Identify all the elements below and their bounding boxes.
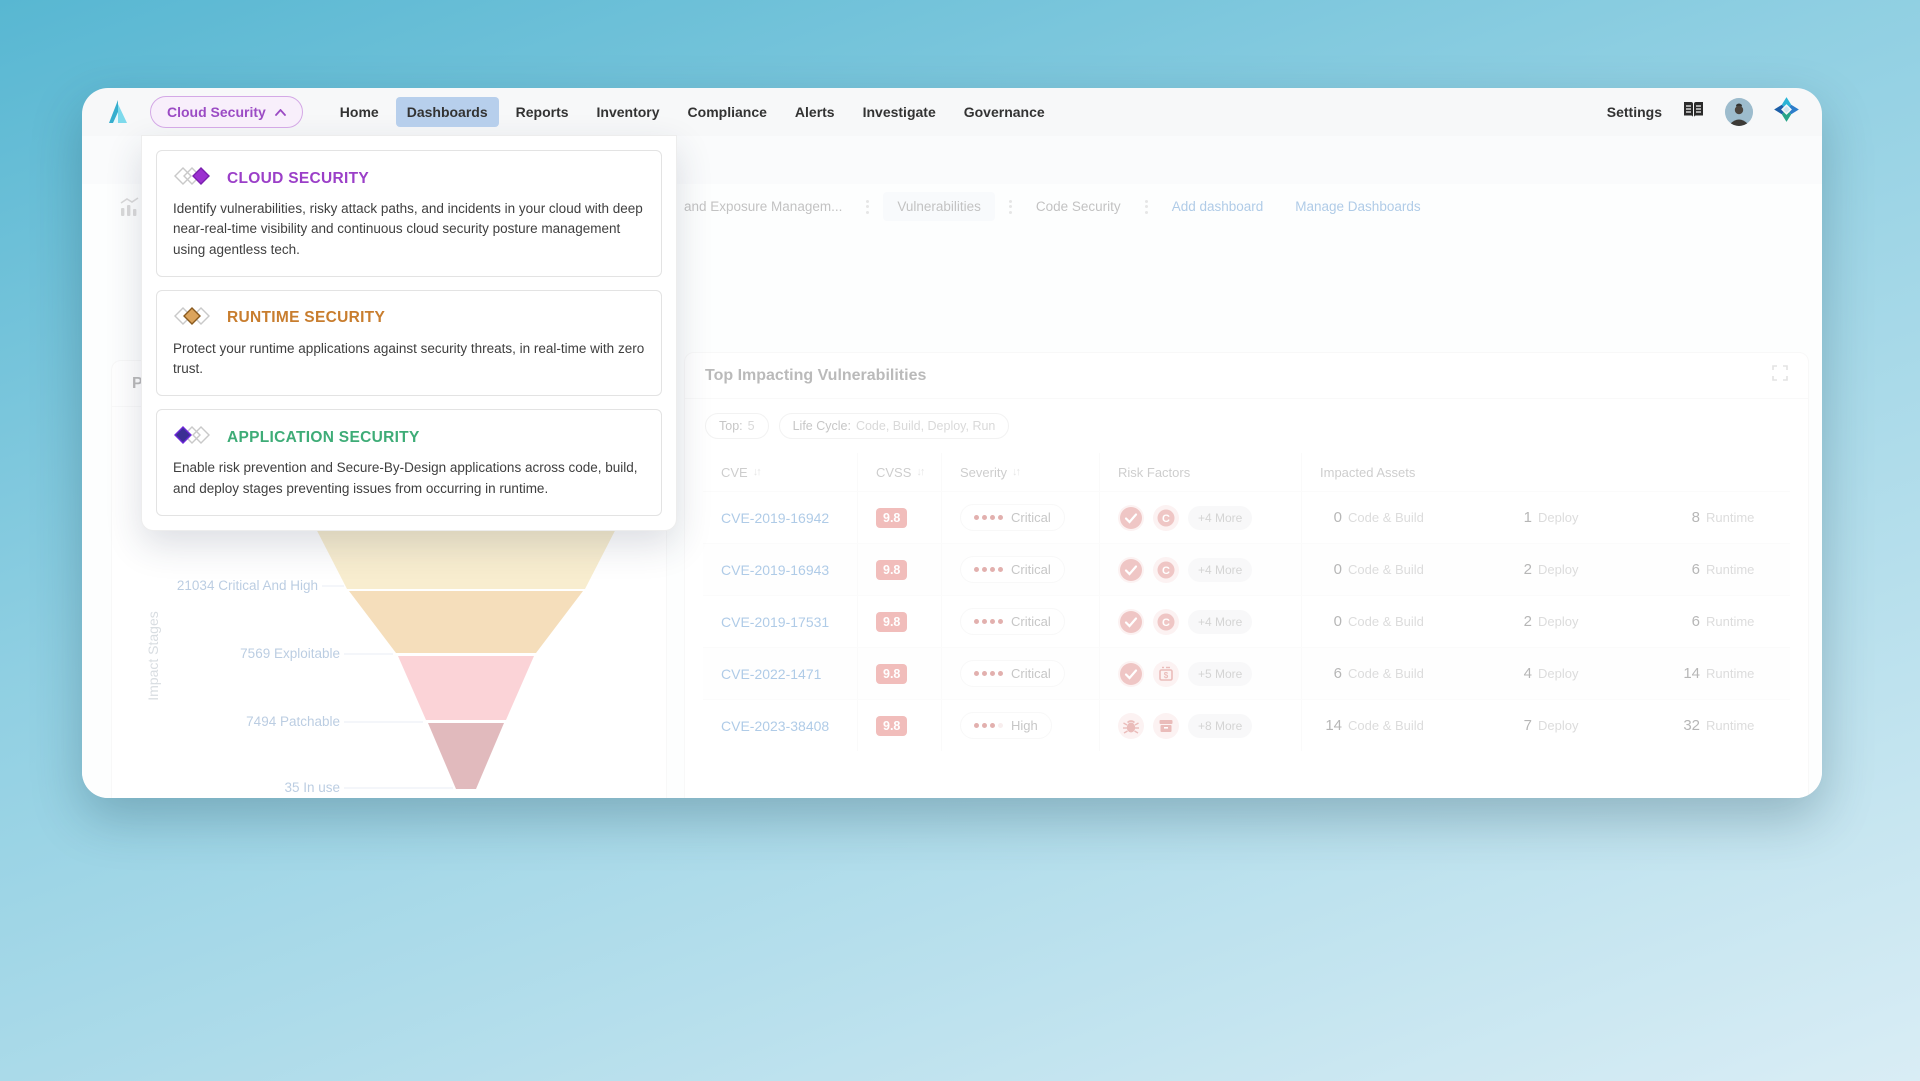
nav-right: Settings: [1607, 96, 1800, 128]
product-switcher[interactable]: Cloud Security: [150, 96, 303, 128]
menu-card-application-security[interactable]: APPLICATION SECURITY Enable risk preventi…: [156, 409, 662, 516]
product-switcher-label: Cloud Security: [167, 104, 266, 120]
brand-logo[interactable]: [104, 97, 134, 127]
menu-card-runtime-security[interactable]: RUNTIME SECURITY Protect your runtime app…: [156, 289, 662, 397]
menu-card-description: Enable risk prevention and Secure-By-Des…: [173, 460, 638, 496]
lifecycle-diamond-middle: [173, 306, 217, 331]
product-switcher-dropdown: CLOUD SECURITY Identify vulnerabilities, …: [141, 135, 677, 531]
prisma-star-icon[interactable]: [1773, 96, 1800, 128]
nav-item-compliance[interactable]: Compliance: [677, 97, 778, 127]
main-nav: Home Dashboards Reports Inventory Compliance…: [329, 97, 1056, 127]
menu-card-description: Identify vulnerabilities, risky attack p…: [173, 201, 643, 257]
nav-item-governance[interactable]: Governance: [953, 97, 1056, 127]
app-window: Cloud Security Home Dashboards Reports Inve…: [82, 88, 1822, 798]
nav-item-reports[interactable]: Reports: [505, 97, 580, 127]
top-navbar: Cloud Security Home Dashboards Reports Inve…: [82, 88, 1822, 136]
nav-item-inventory[interactable]: Inventory: [586, 97, 671, 127]
nav-item-home[interactable]: Home: [329, 97, 390, 127]
nav-item-alerts[interactable]: Alerts: [784, 97, 846, 127]
nav-item-dashboards[interactable]: Dashboards: [395, 97, 499, 127]
lifecycle-diamond-left: [173, 425, 217, 450]
menu-card-title: CLOUD SECURITY: [227, 169, 369, 187]
menu-card-description: Protect your runtime applications agains…: [173, 340, 645, 376]
menu-card-title: APPLICATION SECURITY: [227, 428, 420, 446]
user-avatar[interactable]: [1725, 98, 1753, 126]
settings-button[interactable]: Settings: [1607, 104, 1662, 120]
menu-card-title: RUNTIME SECURITY: [227, 309, 386, 327]
nav-item-investigate[interactable]: Investigate: [852, 97, 947, 127]
docs-book-icon[interactable]: [1682, 100, 1705, 125]
lifecycle-diamond-right: [173, 166, 217, 191]
chevron-up-icon: [274, 103, 286, 121]
menu-card-cloud-security[interactable]: CLOUD SECURITY Identify vulnerabilities, …: [156, 150, 662, 277]
